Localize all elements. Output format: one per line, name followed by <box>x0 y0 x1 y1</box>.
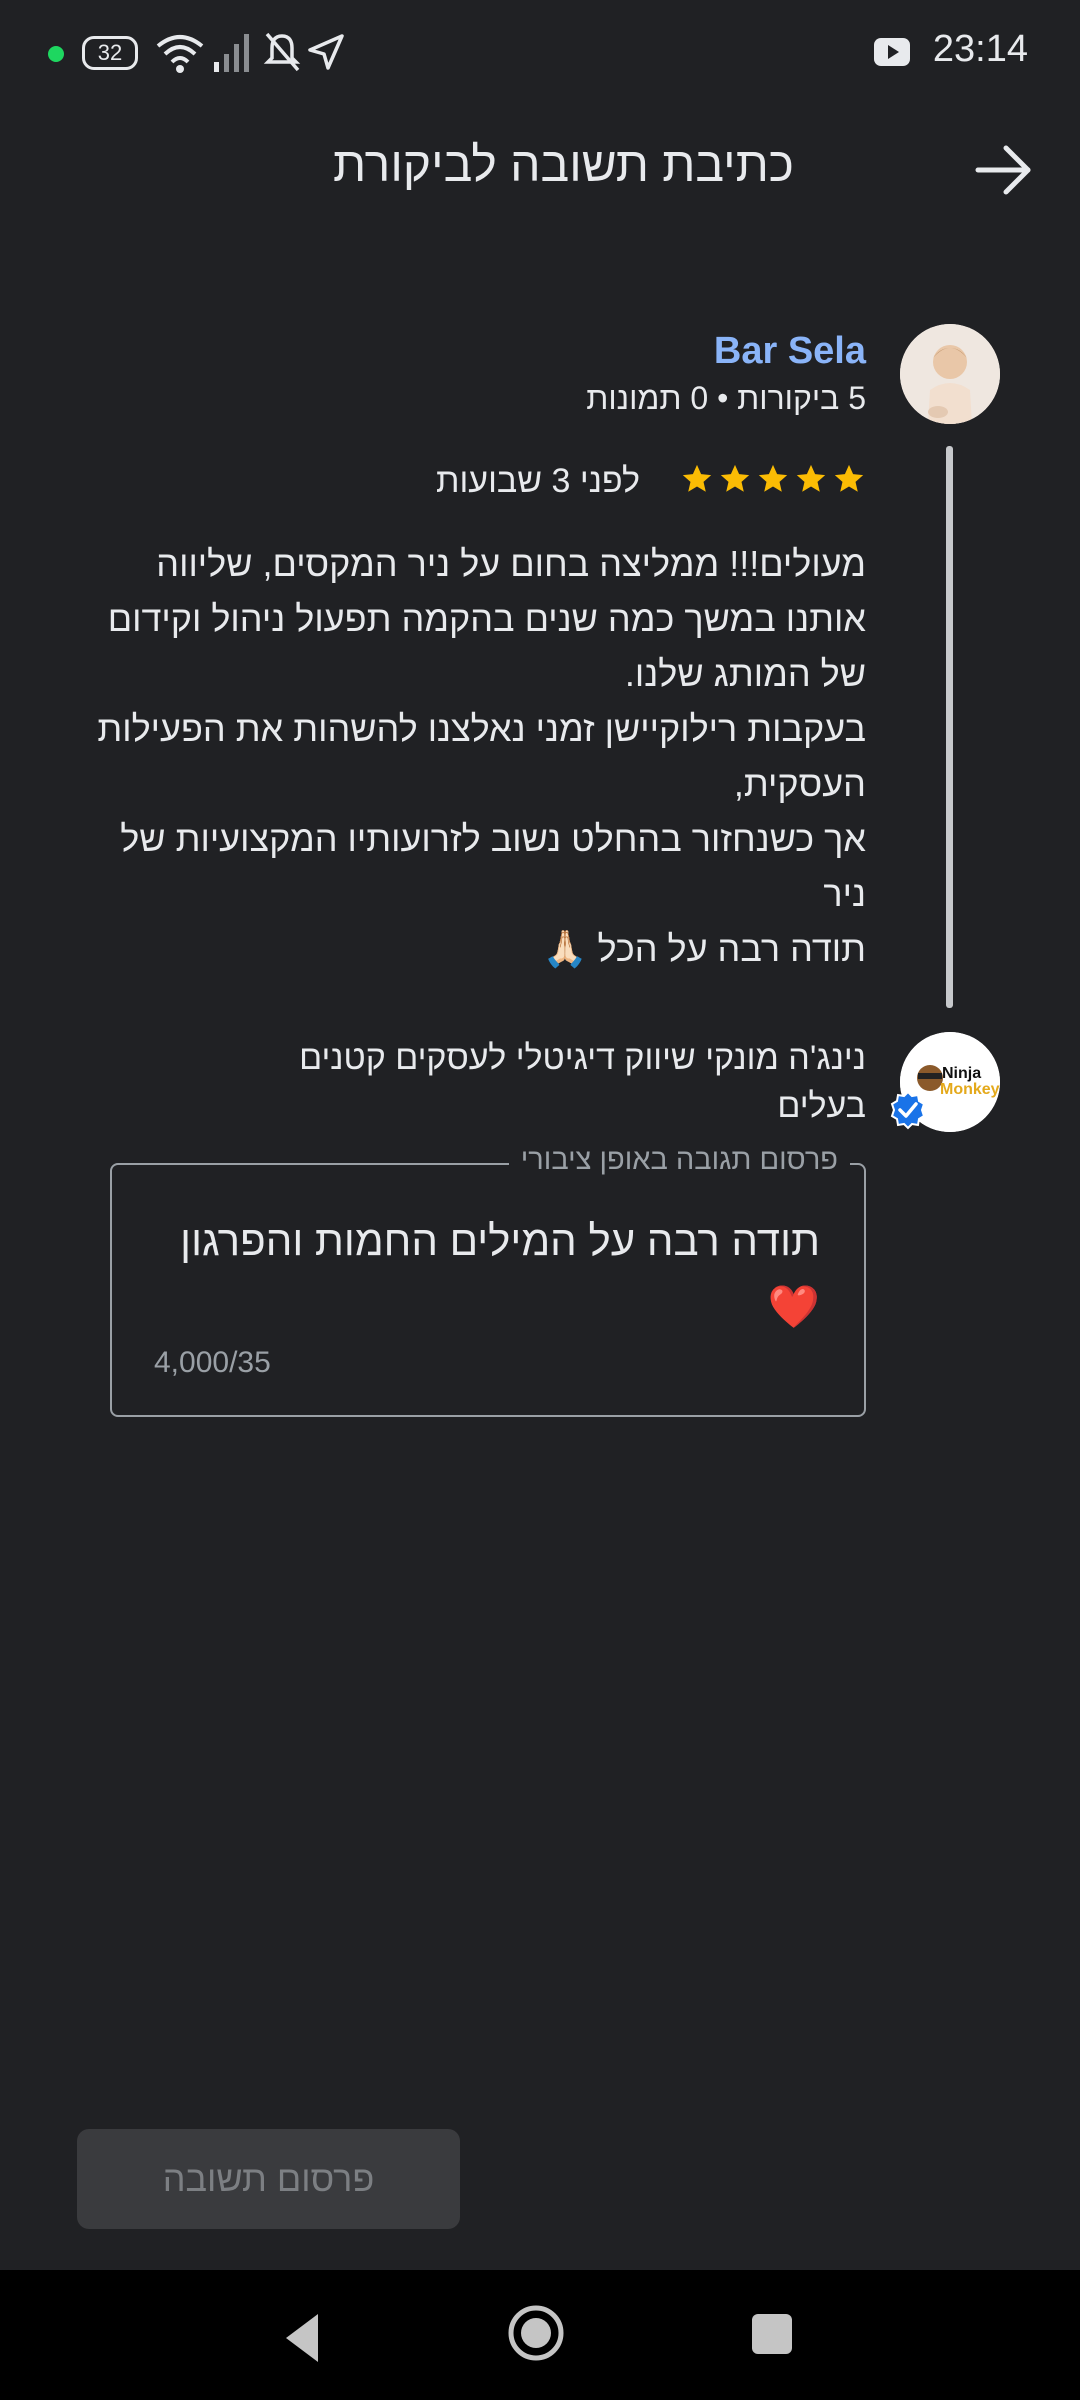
character-count: 4,000/35 <box>154 1346 271 1379</box>
reply-text[interactable]: תודה רבה על המילים החמות והפרגון ❤️ <box>180 1208 820 1340</box>
youtube-icon <box>874 38 910 66</box>
page-title: כתיבת תשובה לביקורת <box>332 139 794 192</box>
signal-icon <box>214 34 249 72</box>
star-icon <box>796 464 826 492</box>
nav-recents-icon[interactable] <box>752 2314 792 2354</box>
star-icon <box>834 464 864 492</box>
review-text: מעולים!!! ממליצה בחום על ניר המקסים, שלי… <box>97 543 866 969</box>
status-bar: 32 23:14 <box>0 0 1080 110</box>
owner-business-name: נינג'ה מונקי שיווק דיגיטלי לעסקים קטנים <box>299 1039 866 1077</box>
wifi-icon <box>156 35 204 73</box>
star-rating <box>680 462 866 496</box>
star-icon <box>720 464 750 492</box>
reviewer-avatar <box>900 324 1000 424</box>
navigation-icon <box>308 34 344 70</box>
nav-home-icon[interactable] <box>507 2304 565 2362</box>
back-arrow-icon[interactable] <box>972 142 1036 198</box>
verified-badge-icon <box>890 1090 926 1130</box>
review-time: לפני 3 שבועות <box>435 462 640 500</box>
clock: 23:14 <box>932 28 1028 70</box>
reply-input-label: פרסום תגובה באופן ציבורי <box>508 1144 850 1177</box>
star-icon <box>758 464 788 492</box>
logo-text-ninja: Ninja <box>942 1065 981 1082</box>
nav-back-icon[interactable] <box>282 2310 322 2366</box>
thread-line <box>946 446 953 1008</box>
reviewer-meta: 5 ביקורות • 0 תמונות <box>586 380 866 416</box>
reviewer-name[interactable]: Bar Sela <box>714 330 866 373</box>
logo-text-monkey: Monkey <box>940 1081 1000 1098</box>
mute-icon <box>263 32 301 72</box>
owner-name: נינג'ה מונקי שיווק דיגיטלי לעסקים קטנים … <box>106 1034 866 1130</box>
battery-icon: 32 <box>82 36 138 70</box>
publish-reply-button[interactable]: פרסום תשובה <box>77 2129 460 2229</box>
notification-dot-icon <box>48 46 64 62</box>
star-icon <box>682 464 712 492</box>
owner-role: בעלים <box>777 1087 866 1125</box>
